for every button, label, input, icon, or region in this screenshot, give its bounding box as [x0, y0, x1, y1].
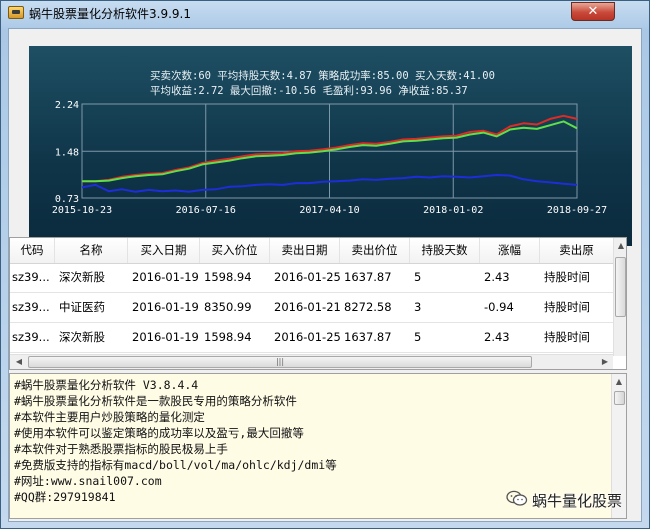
- x-tick-label: 2018-01-02: [423, 205, 483, 216]
- table-cell: 深次新股: [59, 270, 105, 284]
- trade-table: 代码 名称 买入日期 买入价位 卖出日期 卖出价位 持股天数 涨幅 卖出原 sz39... 深次新…: [9, 237, 627, 370]
- scroll-up-arrow-icon[interactable]: ▲: [614, 238, 626, 254]
- table-cell: 持股时间: [544, 270, 590, 284]
- column-header[interactable]: 卖出原: [540, 238, 614, 263]
- equity-chart: 买卖次数:60 平均持股天数:4.87 策略成功率:85.00 买入天数:41.…: [29, 46, 632, 246]
- x-tick-label: 2017-04-10: [299, 205, 359, 216]
- wechat-icon: [506, 490, 528, 506]
- table-cell: sz39...: [12, 300, 50, 314]
- log-line: #网址:www.snail007.com: [14, 474, 162, 488]
- table-cell: 1598.94: [204, 330, 252, 344]
- window-title: 蜗牛股票量化分析软件3.9.9.1: [29, 7, 191, 21]
- table-cell: 2.43: [484, 330, 510, 344]
- log-line: #免费版支持的指标有macd/boll/vol/ma/ohlc/kdj/dmi等: [14, 458, 337, 472]
- log-line: #使用本软件可以鉴定策略的成功率以及盈亏,最大回撤等: [14, 426, 304, 440]
- app-window: 蜗牛股票量化分析软件3.9.9.1 ✕ 买卖次数:60 平均持股天数:4.87 …: [0, 0, 650, 529]
- table-cell: 1637.87: [344, 270, 392, 284]
- table-cell: 中证医药: [59, 300, 105, 314]
- table-vertical-scroll-thumb[interactable]: [615, 257, 626, 317]
- table-cell: sz39...: [12, 270, 50, 284]
- table-cell: 2016-01-21: [274, 300, 340, 314]
- log-line: #本软件对于熟悉股票指标的股民极易上手: [14, 442, 228, 456]
- log-line: #蜗牛股票量化分析软件是一款股民专用的策略分析软件: [14, 394, 297, 408]
- x-tick-label: 2016-07-16: [176, 205, 236, 216]
- table-cell: 5: [414, 330, 422, 344]
- y-tick-label: 0.73: [55, 194, 79, 205]
- table-cell: -0.94: [484, 300, 514, 314]
- y-tick-label: 1.48: [55, 147, 79, 158]
- log-line: #本软件主要用户炒股策略的量化测定: [14, 410, 205, 424]
- table-row[interactable]: sz39... 深次新股 2016-01-19 1598.94 2016-01-25 16…: [10, 323, 614, 353]
- app-icon: [8, 6, 24, 19]
- table-cell: 2016-01-19: [132, 330, 199, 344]
- column-header[interactable]: 卖出价位: [340, 238, 410, 263]
- table-horizontal-scroll-thumb[interactable]: |||: [28, 356, 532, 368]
- table-vertical-scrollbar[interactable]: ▲: [613, 238, 626, 356]
- scroll-right-arrow-icon[interactable]: ▶: [598, 354, 612, 369]
- table-cell: 8350.99: [204, 300, 252, 314]
- table-cell: 1598.94: [204, 270, 252, 284]
- x-tick-label: 2015-10-23: [52, 205, 112, 216]
- client-area: 买卖次数:60 平均持股天数:4.87 策略成功率:85.00 买入天数:41.…: [8, 28, 642, 522]
- table-cell: 持股时间: [544, 330, 590, 344]
- title-bar[interactable]: 蜗牛股票量化分析软件3.9.9.1 ✕: [1, 1, 649, 25]
- chart-plot: 2015-10-23 2016-07-16 2017-04-10 2018-01-02…: [52, 100, 607, 216]
- close-button[interactable]: ✕: [571, 2, 615, 21]
- column-header[interactable]: 买入价位: [200, 238, 270, 263]
- watermark-text: 蜗牛量化股票: [532, 492, 623, 510]
- table-row[interactable]: sz39... 中证医药 2016-01-19 8350.99 2016-01-21 82…: [10, 293, 614, 323]
- table-horizontal-scrollbar[interactable]: ◀ ||| ▶: [10, 354, 613, 369]
- column-header[interactable]: 涨幅: [480, 238, 540, 263]
- table-cell: 2016-01-19: [132, 270, 199, 284]
- column-header[interactable]: 代码: [10, 238, 55, 263]
- table-cell: 5: [414, 270, 422, 284]
- table-cell: 2.43: [484, 270, 510, 284]
- table-cell: 持股时间: [544, 300, 590, 314]
- table-cell: 2016-01-25: [274, 330, 340, 344]
- scroll-track[interactable]: [532, 356, 596, 368]
- column-header[interactable]: 名称: [55, 238, 128, 263]
- column-header[interactable]: 买入日期: [128, 238, 200, 263]
- scroll-up-arrow-icon[interactable]: ▲: [612, 374, 626, 390]
- table-cell: 深次新股: [59, 330, 105, 344]
- log-line: #蜗牛股票量化分析软件 V3.8.4.4: [14, 378, 199, 392]
- log-line: #QQ群:297919841: [14, 490, 116, 504]
- column-header[interactable]: 持股天数: [410, 238, 480, 263]
- table-cell: 3: [414, 300, 422, 314]
- table-cell: 1637.87: [344, 330, 392, 344]
- scroll-left-arrow-icon[interactable]: ◀: [12, 354, 26, 369]
- column-header[interactable]: 卖出日期: [270, 238, 340, 263]
- table-row[interactable]: sz39... 深次新股 2016-01-19 1598.94 2016-01-25 16…: [10, 263, 614, 293]
- table-header: 代码 名称 买入日期 买入价位 卖出日期 卖出价位 持股天数 涨幅 卖出原: [10, 238, 614, 264]
- x-tick-label: 2018-09-27: [547, 205, 607, 216]
- table-cell: 2016-01-19: [132, 300, 199, 314]
- table-cell: sz39...: [12, 330, 50, 344]
- table-cell: 2016-01-25: [274, 270, 340, 284]
- y-tick-label: 2.24: [55, 100, 79, 111]
- table-cell: 8272.58: [344, 300, 392, 314]
- log-scroll-thumb[interactable]: [614, 391, 625, 405]
